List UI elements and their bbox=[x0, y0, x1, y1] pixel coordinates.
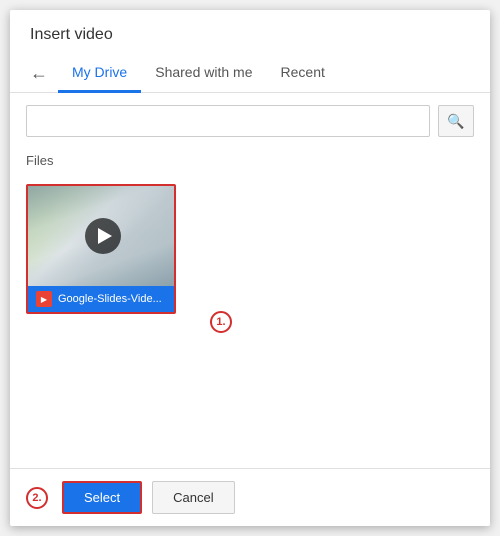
tab-my-drive[interactable]: My Drive bbox=[58, 54, 141, 93]
play-icon bbox=[85, 218, 121, 254]
play-triangle bbox=[98, 228, 112, 244]
slides-icon bbox=[36, 291, 52, 307]
search-icon: 🔍 bbox=[447, 113, 464, 130]
tab-recent[interactable]: Recent bbox=[267, 54, 339, 93]
tab-shared-with-me[interactable]: Shared with me bbox=[141, 54, 266, 93]
dialog-footer: 2. Select Cancel bbox=[10, 468, 490, 526]
thumbnail-image bbox=[28, 186, 176, 286]
annotation-1: 1. bbox=[210, 311, 232, 333]
search-button[interactable]: 🔍 bbox=[438, 105, 474, 137]
video-thumbnail[interactable]: Google-Slides-Vide... bbox=[26, 184, 176, 314]
files-area: Google-Slides-Vide... 1. bbox=[10, 176, 490, 468]
tabs-row: ← My Drive Shared with me Recent bbox=[10, 54, 490, 93]
cancel-button[interactable]: Cancel bbox=[152, 481, 234, 514]
select-button[interactable]: Select bbox=[62, 481, 142, 514]
video-name: Google-Slides-Vide... bbox=[58, 293, 162, 305]
back-button[interactable]: ← bbox=[20, 55, 58, 92]
insert-video-dialog: Insert video ← My Drive Shared with me R… bbox=[10, 10, 490, 526]
footer-buttons: Select Cancel bbox=[62, 481, 235, 514]
dialog-title: Insert video bbox=[10, 10, 490, 54]
annotation-2: 2. bbox=[26, 487, 48, 509]
files-label: Files bbox=[10, 149, 490, 176]
search-input[interactable] bbox=[26, 105, 430, 137]
thumbnail-footer: Google-Slides-Vide... bbox=[28, 286, 174, 312]
search-row: 🔍 bbox=[10, 93, 490, 149]
